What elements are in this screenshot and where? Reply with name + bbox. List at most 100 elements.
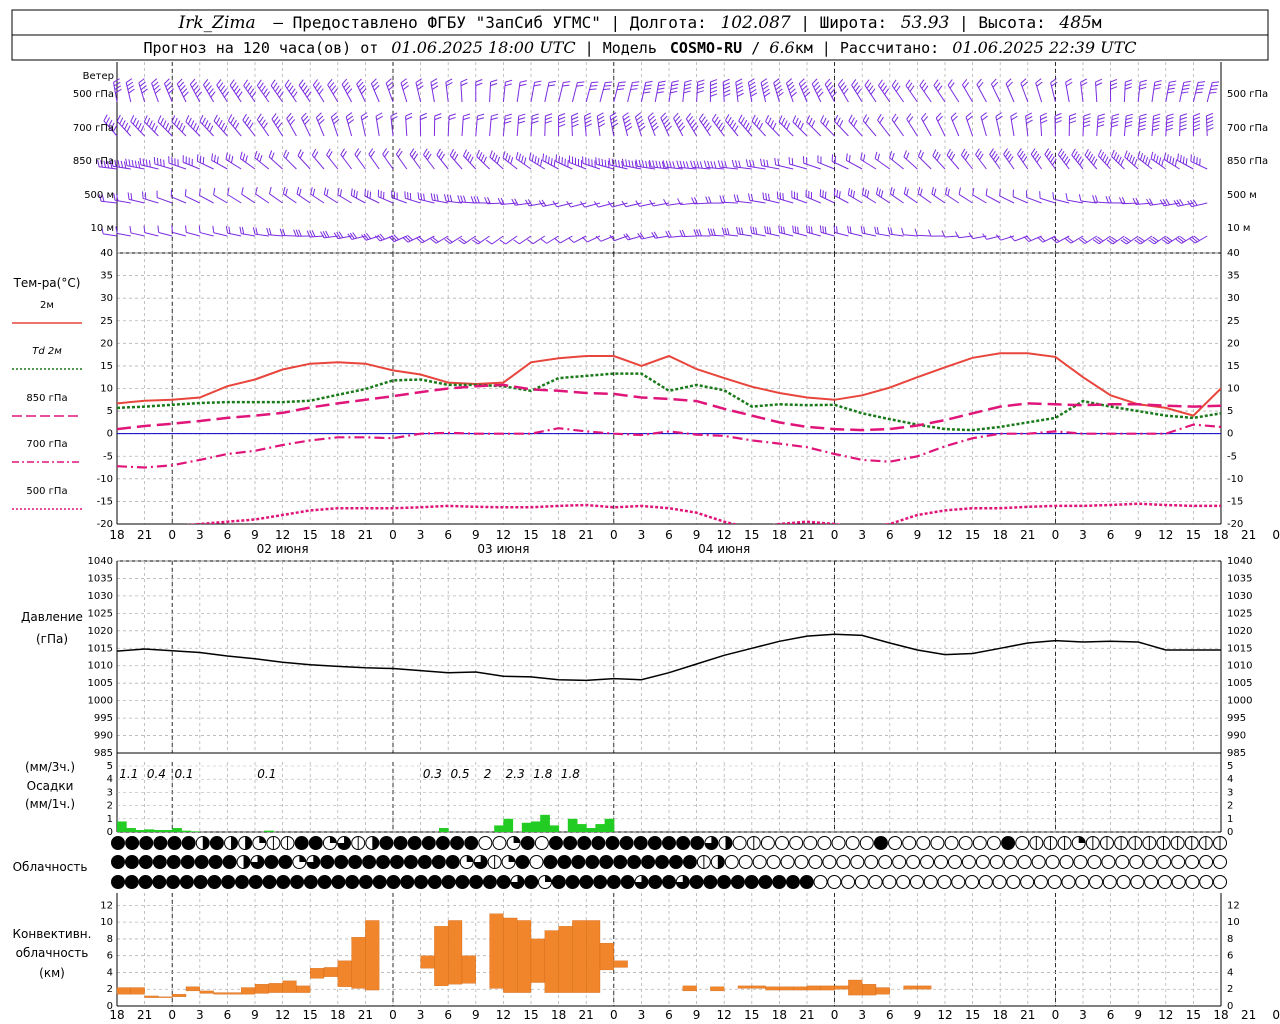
wind-barb-feather <box>353 189 356 197</box>
cloud-symbol <box>599 855 614 869</box>
cloud-circle <box>808 855 823 869</box>
wind-barb-feather <box>268 150 273 158</box>
wind-barb-feather <box>279 228 283 236</box>
sep-2: | <box>800 13 819 32</box>
wind-barb-staff <box>189 84 201 103</box>
wind-barb-feather <box>927 229 932 237</box>
wind-barb-feather <box>206 85 212 92</box>
conv-bar <box>503 917 518 993</box>
wind-barb-feather <box>156 157 159 165</box>
wind-barb-feather <box>751 114 756 122</box>
wind-barb-staff <box>1030 154 1043 170</box>
legend-td2m: Td 2м <box>32 346 62 357</box>
wind-barb-feather <box>644 87 652 90</box>
wind-barb-feather <box>865 117 870 124</box>
wind-barb-feather <box>647 112 654 118</box>
wind-barb-feather <box>154 125 158 133</box>
wind-barb-feather <box>608 158 611 166</box>
wind-barb-feather <box>895 85 901 92</box>
cloud-circle <box>873 836 888 850</box>
wind-barb-feather <box>436 148 441 156</box>
wind-barb-feather <box>127 85 134 90</box>
temp-hour-label: 21 <box>1241 528 1256 542</box>
wind-barb-feather <box>710 93 718 97</box>
wind-barb-feather <box>1211 84 1219 87</box>
cloud-symbol <box>496 875 511 889</box>
wind-barb-feather <box>975 148 980 155</box>
wind-barb-feather <box>263 122 268 129</box>
wind-barb-feather <box>434 116 442 121</box>
wind-barb-feather <box>718 122 723 129</box>
cloud-symbol <box>1073 855 1088 869</box>
lon-label: Долгота: <box>630 13 707 32</box>
cloud-circle <box>888 836 903 850</box>
wind-barb-feather <box>157 115 162 123</box>
header-line-1: Irk_Zima – Предоставлено ФГБУ "ЗапСиб УГ… <box>178 13 1102 33</box>
wind-barb-staff <box>820 121 835 137</box>
conv-ytick-left: 2 <box>107 984 113 995</box>
conv-hour-label: 12 <box>717 1008 732 1022</box>
wind-barb-feather <box>433 193 436 201</box>
wind-barb-staff <box>283 155 297 170</box>
wind-barb-feather <box>385 78 392 84</box>
cloudiness-panel <box>111 836 1227 889</box>
wind-barb-feather <box>762 85 769 90</box>
cloud-symbol <box>961 855 976 869</box>
cloud-circle <box>882 875 897 889</box>
cloud-symbol <box>1075 875 1090 889</box>
cloud-circle <box>831 836 846 850</box>
cloud-symbol <box>613 855 628 869</box>
wind-barb-staff <box>130 232 145 237</box>
cloud-symbol <box>248 875 263 889</box>
wind-barb-feather <box>249 88 255 95</box>
cloud-symbol <box>920 855 935 869</box>
pres-ytick-left: 990 <box>94 731 113 742</box>
wind-barb-feather <box>794 117 799 125</box>
wind-barb-feather <box>937 115 943 122</box>
cloud-circle <box>492 836 507 850</box>
wind-barb-feather <box>806 225 808 233</box>
wind-barb-feather <box>153 85 160 91</box>
temp-hour-label: 3 <box>858 528 866 542</box>
wind-barb-feather <box>1199 158 1201 166</box>
temp-hour-label: 21 <box>358 528 373 542</box>
wind-barb-feather <box>1158 157 1162 165</box>
wind-barb-feather <box>318 119 325 125</box>
wind-barb-staff <box>286 118 297 137</box>
cloud-circle <box>563 836 578 850</box>
wind-barb-feather <box>189 78 196 85</box>
wind-barb-staff <box>254 157 270 170</box>
conv-title-1: Конвективн. <box>13 927 92 941</box>
temp-hour-label: 0 <box>168 528 176 542</box>
prec-ytick-right: 3 <box>1227 787 1233 798</box>
wind-barb-feather <box>1179 120 1187 124</box>
wind-barb-feather <box>146 117 151 125</box>
temp-ytick-left: 25 <box>100 316 113 327</box>
wind-barb-feather <box>920 152 924 159</box>
precip-sum-label: 2 <box>484 767 492 781</box>
cloud-symbol <box>902 836 917 850</box>
cloud-circle <box>1033 875 1048 889</box>
conv-hour-label: 3 <box>196 1008 204 1022</box>
wind-barb-feather <box>256 113 262 120</box>
wind-barb-feather <box>563 81 571 84</box>
wind-barb-staff <box>268 156 283 170</box>
cloud-symbol <box>557 855 572 869</box>
cloud-circle <box>902 836 917 850</box>
wind-barb-feather <box>499 239 506 245</box>
wind-barb-feather <box>851 79 857 86</box>
wind-barb-staff <box>354 154 366 170</box>
cloud-symbol <box>348 855 363 869</box>
wind-barb-feather <box>545 120 552 124</box>
wind-barb-feather <box>1206 112 1214 117</box>
cloud-symbol <box>303 875 318 889</box>
wind-barb-feather <box>302 115 309 122</box>
cloud-circle <box>543 855 558 869</box>
cloud-circle <box>403 855 418 869</box>
cloud-circle <box>565 875 580 889</box>
wind-barb-feather <box>839 120 844 127</box>
wind-barb-feather <box>1025 112 1033 117</box>
wind-barb-feather <box>769 227 772 235</box>
wind-barb-feather <box>1197 84 1205 87</box>
wind-barb-feather <box>1051 81 1058 87</box>
